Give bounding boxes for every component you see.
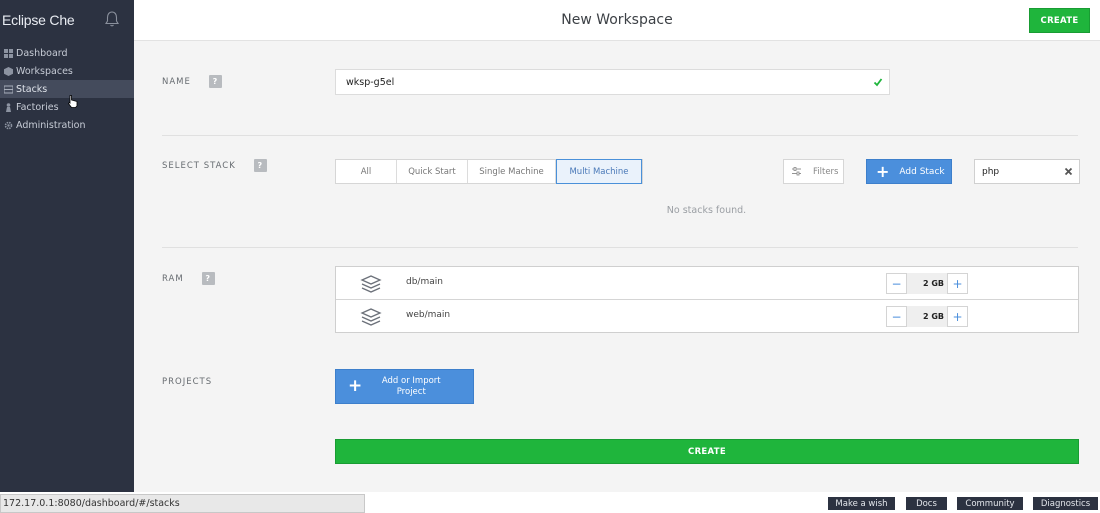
section-label-text: NAME	[162, 76, 191, 87]
page-title: New Workspace	[561, 12, 673, 28]
sidebar-item-label: Factories	[16, 101, 59, 113]
ram-section-label: RAM ?	[162, 272, 215, 285]
section-divider	[162, 135, 1078, 136]
sidebar-item-administration[interactable]: Administration	[0, 116, 134, 134]
ram-table: db/main − 2 GB + web/main − 2 GB +	[335, 266, 1079, 333]
plus-icon: +	[348, 376, 363, 396]
empty-stacks-message: No stacks found.	[666, 205, 747, 216]
stack-search-input[interactable]: php	[974, 159, 1080, 184]
sidebar-nav: Dashboard Workspaces Stacks Factories Ad…	[0, 44, 134, 134]
increment-button[interactable]: +	[947, 273, 968, 294]
bell-icon[interactable]	[104, 10, 120, 28]
add-project-button[interactable]: + Add or Import Project	[335, 369, 474, 404]
sidebar-item-label: Dashboard	[16, 47, 68, 59]
gear-icon	[3, 120, 13, 130]
tab-all[interactable]: All	[336, 160, 397, 183]
ram-stepper: − 2 GB +	[886, 273, 968, 294]
sidebar-item-label: Workspaces	[16, 65, 73, 77]
section-label-text: RAM	[162, 273, 184, 284]
help-icon[interactable]: ?	[208, 75, 222, 88]
decrement-button[interactable]: −	[886, 306, 907, 327]
workspace-name-input[interactable]: wksp-g5el	[335, 69, 890, 95]
tab-quick-start[interactable]: Quick Start	[397, 160, 468, 183]
docs-button[interactable]: Docs	[906, 497, 947, 510]
help-icon[interactable]: ?	[201, 272, 215, 285]
layers-icon	[360, 308, 382, 326]
sidebar-item-dashboard[interactable]: Dashboard	[0, 44, 134, 62]
add-project-label: Add or Import Project	[381, 375, 441, 397]
table-row: db/main − 2 GB +	[336, 267, 1078, 300]
community-button[interactable]: Community	[957, 497, 1023, 510]
sidebar-item-label: Stacks	[16, 83, 48, 95]
tab-single-machine[interactable]: Single Machine	[468, 160, 556, 183]
tab-multi-machine[interactable]: Multi Machine	[556, 159, 642, 184]
make-a-wish-button[interactable]: Make a wish	[828, 497, 895, 510]
create-button-top[interactable]: CREATE	[1029, 8, 1090, 33]
close-icon[interactable]	[1063, 166, 1074, 177]
sliders-icon	[792, 167, 801, 176]
add-stack-label: Add Stack	[899, 166, 945, 177]
filters-label: Filters	[813, 166, 839, 177]
diagnostics-button[interactable]: Diagnostics	[1033, 497, 1098, 510]
brand-logo[interactable]: Eclipse Che	[2, 12, 75, 28]
stack-search-value: php	[982, 166, 1000, 177]
dashboard-icon	[3, 48, 13, 58]
factories-icon	[3, 102, 13, 112]
select-stack-section-label: SELECT STACK ?	[162, 159, 267, 172]
section-label-text: PROJECTS	[162, 377, 213, 387]
decrement-button[interactable]: −	[886, 273, 907, 294]
add-stack-button[interactable]: + Add Stack	[866, 159, 952, 184]
machine-name: web/main	[406, 310, 451, 320]
main-content: NAME ? wksp-g5el SELECT STACK ? All Quic…	[134, 41, 1100, 492]
table-row: web/main − 2 GB +	[336, 300, 1078, 333]
ram-value[interactable]: 2 GB	[907, 306, 947, 327]
mouse-cursor-icon	[67, 95, 78, 108]
name-section-label: NAME ?	[162, 75, 222, 88]
machine-name: db/main	[406, 277, 443, 287]
create-button[interactable]: CREATE	[335, 439, 1079, 464]
help-icon[interactable]: ?	[253, 159, 267, 172]
filters-button[interactable]: Filters	[783, 159, 844, 184]
workspaces-icon	[3, 66, 13, 76]
stack-filter-tabs: All Quick Start Single Machine Multi Mac…	[335, 159, 643, 184]
footer: 172.17.0.1:8080/dashboard/#/stacks Make …	[0, 492, 1100, 513]
section-label-text: SELECT STACK	[162, 160, 236, 171]
sidebar-item-workspaces[interactable]: Workspaces	[0, 62, 134, 80]
layers-icon	[360, 275, 382, 293]
sidebar: Eclipse Che Dashboard Workspaces Stacks	[0, 0, 134, 492]
check-icon	[873, 78, 883, 87]
ram-stepper: − 2 GB +	[886, 306, 968, 327]
page-header: New Workspace CREATE	[134, 0, 1100, 41]
increment-button[interactable]: +	[947, 306, 968, 327]
section-divider	[162, 247, 1078, 248]
workspace-name-value: wksp-g5el	[346, 76, 395, 88]
plus-icon: +	[876, 161, 890, 181]
sidebar-item-label: Administration	[16, 119, 86, 131]
ram-value[interactable]: 2 GB	[907, 273, 947, 294]
projects-section-label: PROJECTS	[162, 377, 212, 387]
stacks-icon	[3, 84, 13, 94]
status-bar-url: 172.17.0.1:8080/dashboard/#/stacks	[0, 494, 365, 513]
